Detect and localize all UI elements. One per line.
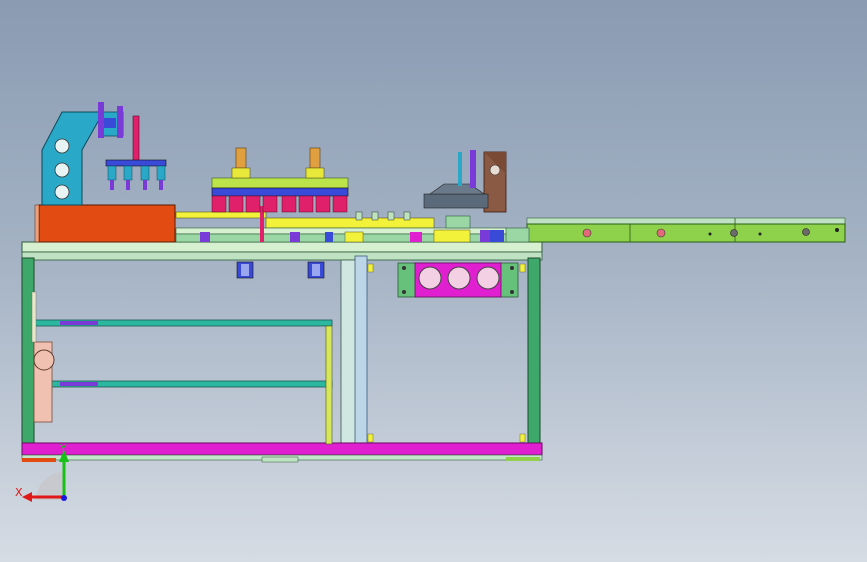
under-table-blocks (236, 261, 325, 279)
left-side-panel (31, 291, 55, 423)
z-axis-dot (61, 495, 67, 501)
center-actuator-bank (211, 147, 349, 213)
machine-assembly-drawing[interactable]: X Y (0, 0, 867, 562)
x-axis-arrow (22, 492, 32, 502)
output-conveyor (504, 217, 846, 243)
right-station (423, 150, 507, 229)
x-axis-label: X (15, 486, 23, 499)
internal-shelves (33, 319, 333, 445)
magenta-hole-plate (397, 262, 519, 298)
cad-viewport[interactable]: X Y (0, 0, 867, 562)
y-axis-label: Y (59, 442, 67, 455)
left-station-block (34, 204, 176, 243)
